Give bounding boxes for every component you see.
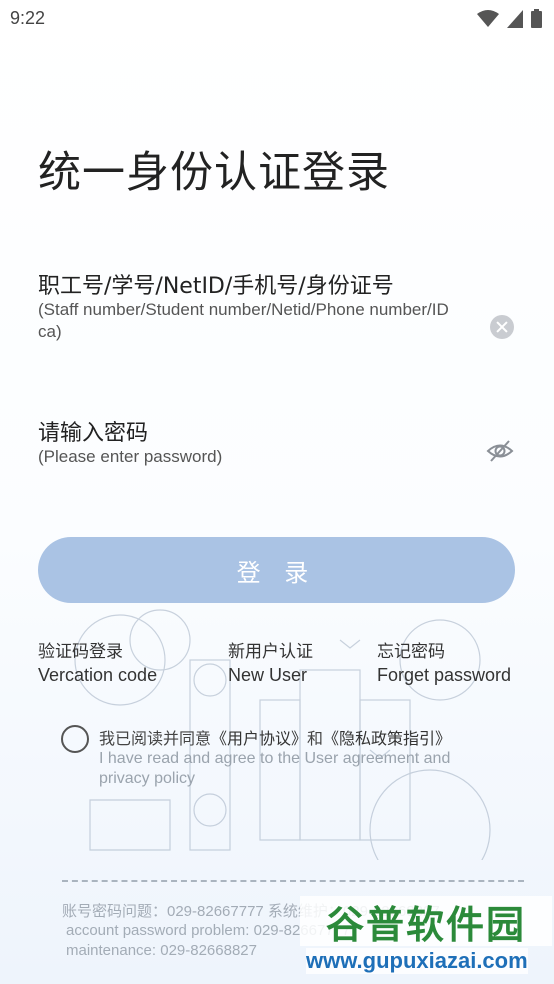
status-time: 9:22 <box>10 8 46 28</box>
agreement-text: 我已阅读并同意《用户协议》和《隐私政策指引》 <box>99 729 452 748</box>
status-icons <box>477 9 542 28</box>
username-hint: (Staff number/Student number/Netid/Phone… <box>38 300 449 341</box>
password-hint: (Please enter password) <box>38 447 223 466</box>
agreement-text-en: I have read and agree to the User agreem… <box>99 750 451 787</box>
status-bar: 9:22 <box>0 0 554 38</box>
new-user-link[interactable]: 新用户认证 New User <box>228 637 313 686</box>
forget-password-link[interactable]: 忘记密码 Forget password <box>377 637 511 686</box>
wifi-icon <box>477 9 499 27</box>
divider <box>62 880 524 882</box>
clear-icon[interactable] <box>490 315 514 339</box>
watermark-logo-text: 谷普软件园 <box>325 902 526 947</box>
page-title: 统一身份认证登录 <box>38 148 390 198</box>
site-watermark: 谷普软件园 www.gupuxiazai.com <box>300 896 552 982</box>
privacy-policy-link[interactable]: 《隐私政策指引》 <box>323 729 451 748</box>
eye-off-icon[interactable] <box>486 437 514 465</box>
support-info-en-2: maintenance: 029-82668827 <box>66 942 257 959</box>
battery-icon <box>531 9 542 28</box>
watermark-url: www.gupuxiazai.com <box>306 948 528 974</box>
user-agreement-link[interactable]: 《用户协议》 <box>211 729 307 748</box>
login-button[interactable]: 登 录 <box>38 537 515 603</box>
agreement-checkbox[interactable] <box>61 725 89 753</box>
verification-code-link[interactable]: 验证码登录 Vercation code <box>38 637 157 686</box>
signal-icon <box>507 9 523 28</box>
password-field[interactable]: 请输入密码 <box>38 415 148 447</box>
username-field[interactable]: 职工号/学号/NetID/手机号/身份证号 <box>38 268 394 300</box>
